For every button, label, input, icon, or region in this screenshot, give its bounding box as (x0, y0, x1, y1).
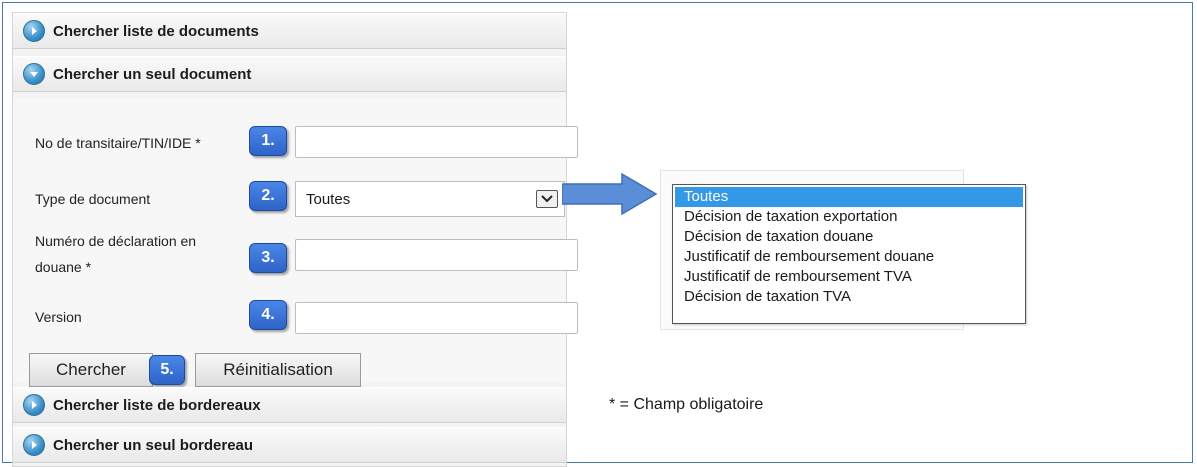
callout-arrow-icon (561, 172, 662, 221)
document-type-value: Toutes (306, 190, 351, 208)
search-panel: Chercher liste de documents Chercher un … (12, 12, 578, 467)
mandatory-field-note: * = Champ obligatoire (609, 396, 764, 413)
step-badge-1: 1. (249, 126, 287, 156)
chevron-down-icon[interactable] (536, 190, 558, 208)
option-vat-refund[interactable]: Justificatif de remboursement TVA (675, 267, 1023, 287)
option-customs-taxation[interactable]: Décision de taxation douane (675, 227, 1023, 247)
forwarder-tin-input[interactable] (295, 126, 578, 158)
version-label: Version (35, 309, 82, 325)
search-form: No de transitaire/TIN/IDE * 1. Type de d… (13, 97, 578, 387)
document-type-options: Toutes Décision de taxation exportation … (672, 184, 1026, 324)
reset-button[interactable]: Réinitialisation (195, 353, 361, 387)
option-all[interactable]: Toutes (675, 187, 1023, 207)
declaration-number-label-line2: douane * (35, 259, 92, 275)
collapse-icon (23, 63, 45, 85)
declaration-number-label-line1: Numéro de déclaration en (35, 233, 197, 249)
accordion-search-documents[interactable]: Chercher liste de documents (13, 13, 566, 49)
option-export-taxation[interactable]: Décision de taxation exportation (675, 207, 1023, 227)
expand-icon (23, 394, 45, 416)
option-customs-refund[interactable]: Justificatif de remboursement douane (675, 247, 1023, 267)
search-button[interactable]: Chercher (29, 353, 153, 387)
accordion-title: Chercher un seul bordereau (53, 436, 254, 454)
step-badge-4: 4. (249, 300, 287, 330)
step-badge-3: 3. (249, 243, 287, 273)
accordion-title: Chercher un seul document (53, 65, 252, 83)
accordion-title: Chercher liste de documents (53, 22, 259, 40)
accordion-title: Chercher liste de bordereaux (53, 396, 261, 414)
step-badge-2: 2. (249, 181, 287, 211)
expand-icon (23, 434, 45, 456)
expand-icon (23, 20, 45, 42)
version-input[interactable] (295, 302, 578, 334)
document-type-label: Type de document (35, 191, 151, 207)
step-badge-5: 5. (149, 355, 185, 385)
option-vat-taxation[interactable]: Décision de taxation TVA (675, 287, 1023, 307)
document-type-select[interactable]: Toutes (295, 181, 565, 217)
accordion-search-slips[interactable]: Chercher liste de bordereaux (13, 387, 566, 423)
forwarder-tin-label: No de transitaire/TIN/IDE * (35, 135, 201, 151)
accordion-search-single-slip[interactable]: Chercher un seul bordereau (13, 427, 566, 463)
accordion-search-single-document[interactable]: Chercher un seul document (13, 56, 566, 92)
declaration-number-input[interactable] (295, 239, 578, 271)
